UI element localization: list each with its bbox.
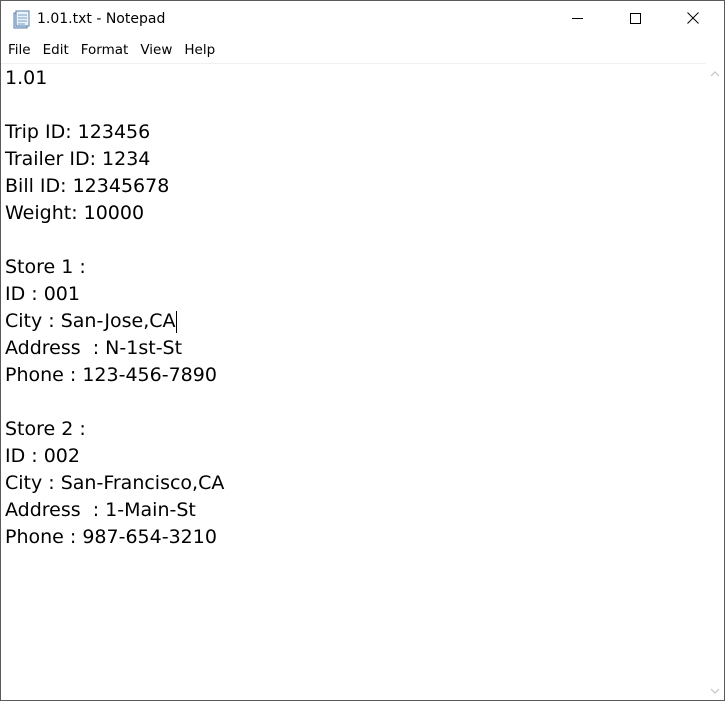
text-line: Bill ID: 12345678 — [5, 175, 170, 197]
text-line: City : San-Jose,CA — [5, 310, 176, 332]
text-line: ID : 001 — [5, 283, 80, 305]
chevron-up-icon — [710, 64, 720, 82]
notepad-icon — [12, 10, 30, 29]
text-line: Store 2 : — [5, 418, 86, 440]
text-editor-area[interactable]: 1.01 Trip ID: 123456 Trailer ID: 1234 Bi… — [1, 63, 706, 700]
close-icon — [687, 11, 699, 29]
scroll-up-button[interactable] — [706, 63, 724, 83]
window-title: 1.01.txt - Notepad — [37, 11, 166, 27]
menu-file[interactable]: File — [1, 38, 37, 63]
maximize-icon — [629, 11, 641, 29]
text-line: Address : 1-Main-St — [5, 499, 196, 521]
scroll-down-button[interactable] — [706, 680, 724, 700]
text-line: Phone : 987-654-3210 — [5, 526, 217, 548]
text-line: Address : N-1st-St — [5, 337, 183, 359]
menu-bar: File Edit Format View Help — [1, 38, 724, 63]
text-line: Phone : 123-456-7890 — [5, 364, 217, 386]
notepad-window: 1.01.txt - Notepad File Edit Format View… — [0, 0, 725, 701]
chevron-down-icon — [710, 681, 720, 699]
text-line: Weight: 10000 — [5, 202, 145, 224]
minimize-icon — [571, 11, 583, 29]
text-line: 1.01 — [5, 67, 48, 89]
text-line: City : San-Francisco,CA — [5, 472, 225, 494]
menu-view[interactable]: View — [134, 38, 178, 63]
title-bar[interactable]: 1.01.txt - Notepad — [1, 1, 724, 38]
text-line: Store 1 : — [5, 256, 86, 278]
menu-format[interactable]: Format — [75, 38, 135, 63]
text-line: Trailer ID: 1234 — [5, 148, 151, 170]
text-caret — [176, 311, 177, 333]
close-button[interactable] — [670, 1, 716, 38]
maximize-button[interactable] — [612, 1, 658, 38]
vertical-scrollbar[interactable] — [706, 63, 724, 700]
text-line: ID : 002 — [5, 445, 80, 467]
text-line: Trip ID: 123456 — [5, 121, 151, 143]
menu-help[interactable]: Help — [178, 38, 221, 63]
menu-edit[interactable]: Edit — [37, 38, 75, 63]
minimize-button[interactable] — [554, 1, 600, 38]
